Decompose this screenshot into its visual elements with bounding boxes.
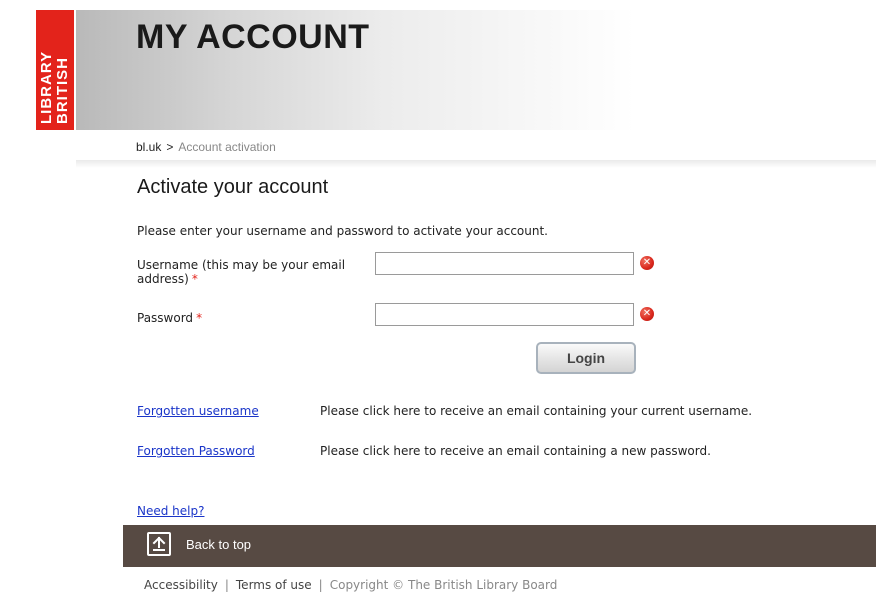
logo-line-british: BRITISH [54, 57, 71, 124]
logo-text: LIBRARY BRITISH [36, 10, 74, 130]
breadcrumb-home-link[interactable]: bl.uk [136, 140, 161, 154]
password-error-icon: ✕ [640, 307, 654, 321]
footer-separator: | [318, 578, 323, 592]
username-label: Username (this may be your email address… [137, 258, 347, 286]
password-input[interactable] [375, 303, 634, 326]
required-marker: * [196, 311, 203, 325]
username-error-icon: ✕ [640, 256, 654, 270]
forgotten-username-link[interactable]: Forgotten username [137, 404, 259, 418]
arrow-up-icon[interactable] [147, 532, 171, 556]
footer-separator: | [224, 578, 229, 592]
page-title: MY ACCOUNT [136, 18, 370, 56]
need-help-link[interactable]: Need help? [137, 504, 204, 518]
breadcrumb: bl.uk > Account activation [136, 140, 276, 154]
username-label-text: Username (this may be your email address… [137, 258, 346, 286]
breadcrumb-divider [76, 160, 876, 168]
breadcrumb-current: Account activation [178, 140, 276, 154]
forgotten-password-link[interactable]: Forgotten Password [137, 444, 255, 458]
terms-of-use-link[interactable]: Terms of use [236, 578, 312, 592]
form-heading: Activate your account [137, 176, 329, 198]
copyright-text: Copyright © The British Library Board [329, 578, 558, 592]
password-label: Password * [137, 311, 347, 325]
forgotten-password-description: Please click here to receive an email co… [320, 444, 711, 458]
form-intro: Please enter your username and password … [137, 224, 548, 238]
breadcrumb-separator: > [166, 140, 174, 154]
forgotten-username-description: Please click here to receive an email co… [320, 404, 753, 418]
required-marker: * [191, 272, 198, 286]
login-button[interactable]: Login [536, 342, 636, 374]
password-label-text: Password [137, 311, 194, 325]
accessibility-link[interactable]: Accessibility [144, 578, 218, 592]
logo-line-library: LIBRARY [38, 50, 55, 124]
british-library-logo[interactable]: LIBRARY BRITISH [36, 10, 74, 130]
footer-links: Accessibility | Terms of use | Copyright © T… [144, 578, 557, 592]
username-input[interactable] [375, 252, 634, 275]
back-to-top-link[interactable]: Back to top [186, 537, 251, 552]
